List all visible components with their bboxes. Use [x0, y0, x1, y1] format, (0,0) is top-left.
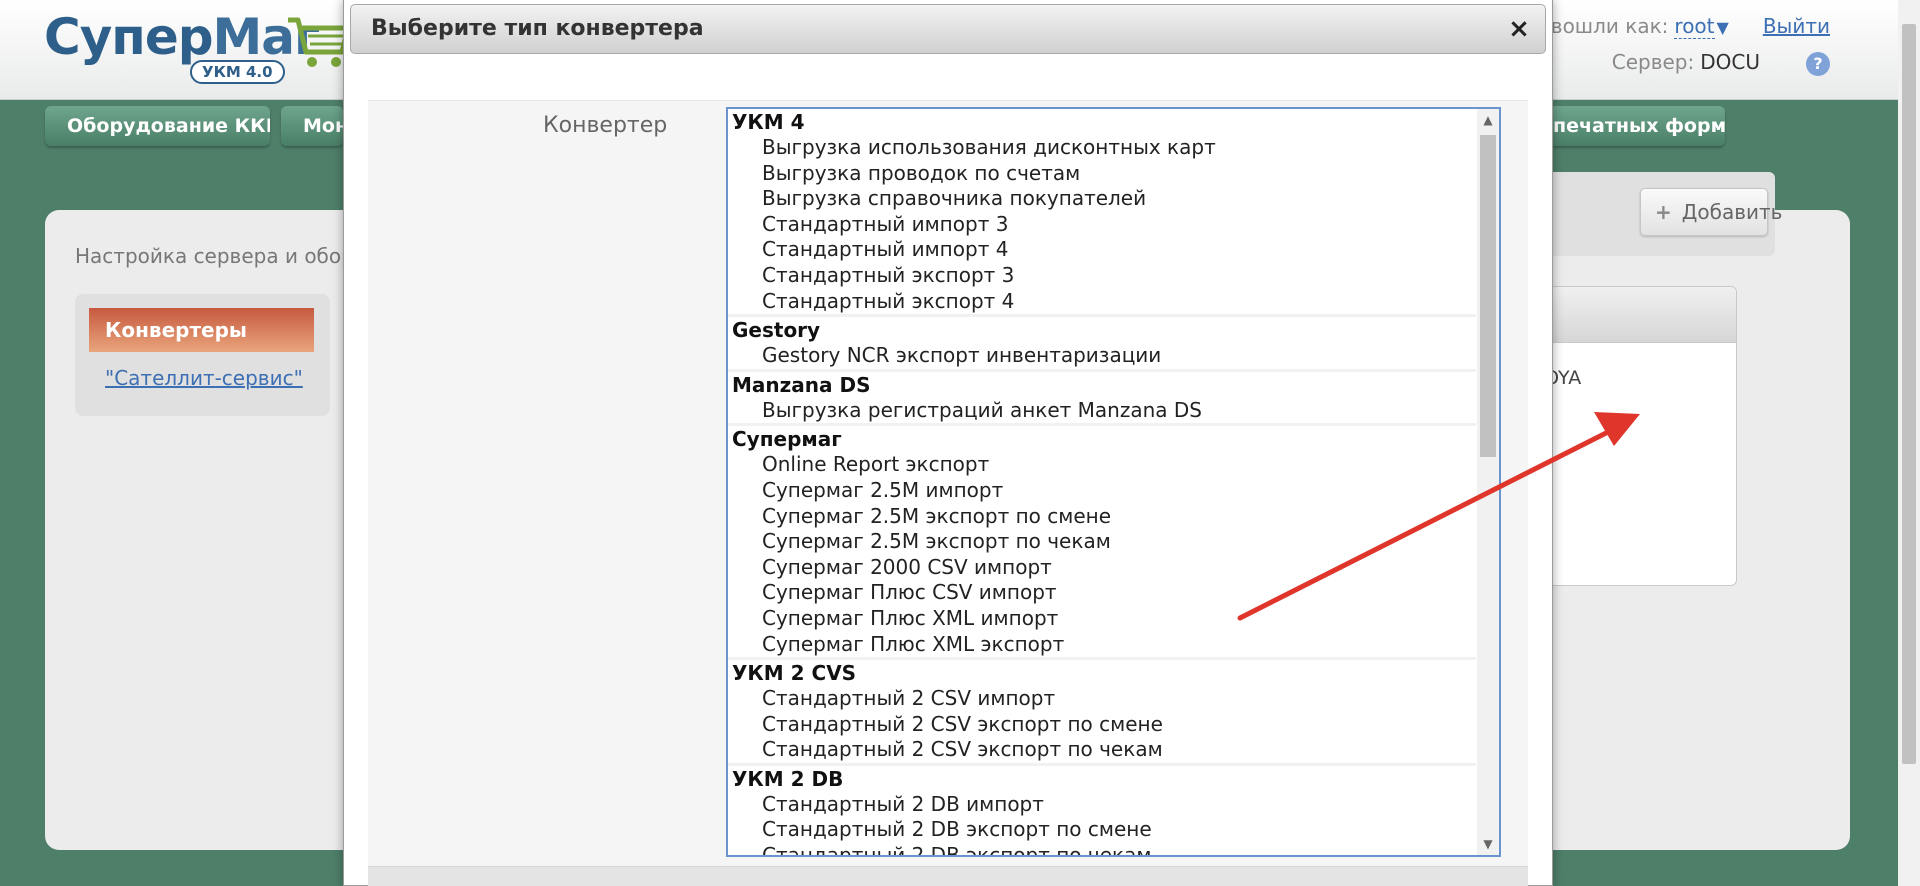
converter-option[interactable]: Стандартный 2 CSV импорт	[728, 686, 1476, 712]
user-menu[interactable]: root	[1674, 14, 1715, 39]
dialog-titlebar[interactable]: Выберите тип конвертера ×	[350, 4, 1546, 54]
breadcrumb: Настройка сервера и обору	[75, 244, 366, 268]
converter-option[interactable]: Стандартный 2 CSV экспорт по смене	[728, 712, 1476, 738]
help-icon[interactable]: ?	[1806, 51, 1830, 76]
option-group-label: Супермаг	[732, 427, 842, 452]
logo[interactable]: СуперМаг УКМ 4.0	[44, 8, 351, 88]
converter-option[interactable]: Супермаг 2000 CSV импорт	[728, 555, 1476, 581]
add-button[interactable]: + Добавить	[1640, 188, 1782, 236]
close-icon[interactable]: ×	[1507, 16, 1531, 42]
select-scrollbar-thumb[interactable]	[1480, 135, 1496, 457]
option-group-label: Gestory	[732, 318, 821, 343]
converter-option[interactable]: Выгрузка справочника покупателей	[728, 186, 1476, 212]
converter-option[interactable]: Выгрузка проводок по счетам	[728, 161, 1476, 187]
chevron-down-icon[interactable]: ▼	[1717, 18, 1729, 37]
converter-option[interactable]: Стандартный 2 DB импорт	[728, 792, 1476, 818]
add-button-label: Добавить	[1681, 200, 1783, 224]
converter-option[interactable]: Супермаг 2.5M импорт	[728, 478, 1476, 504]
arrow-down-icon[interactable]: ▼	[1477, 833, 1499, 855]
option-group-label: УКМ 4	[732, 110, 805, 134]
converter-option[interactable]: Выгрузка использования дисконтных карт	[728, 135, 1476, 161]
server-label: Сервер:	[1611, 50, 1695, 74]
converter-options: УКМ 4 Выгрузка использования дисконтных к…	[728, 109, 1476, 855]
converter-option[interactable]: Gestory NCR экспорт инвентаризации	[728, 343, 1476, 369]
logo-part1: Супер	[44, 8, 214, 66]
version-badge: УКМ 4.0	[190, 60, 285, 84]
converter-type-dialog: Выберите тип конвертера × Конвертер УКМ …	[343, 0, 1553, 886]
option-group-label: УКМ 2 CVS	[732, 661, 857, 686]
converter-option[interactable]: Супермаг Плюс CSV импорт	[728, 580, 1476, 606]
converter-option[interactable]: Стандартный экспорт 4	[728, 289, 1476, 315]
converter-option[interactable]: Стандартный 2 CSV экспорт по чекам	[728, 737, 1476, 763]
converter-option[interactable]: Стандартный импорт 3	[728, 212, 1476, 238]
select-scrollbar[interactable]: ▲ ▼	[1477, 109, 1499, 855]
converter-option[interactable]: Стандартный импорт 4	[728, 237, 1476, 263]
arrow-up-icon[interactable]: ▲	[1477, 109, 1499, 131]
page-scrollbar-thumb[interactable]	[1902, 24, 1916, 764]
sidebar-card: Конвертеры "Сателлит-сервис"	[75, 294, 330, 416]
dialog-title: Выберите тип конвертера	[371, 16, 704, 41]
converter-option[interactable]: Супермаг Плюс XML импорт	[728, 606, 1476, 632]
dialog-footer	[368, 866, 1528, 886]
logout-link[interactable]: Выйти	[1763, 14, 1830, 38]
converter-option[interactable]: Стандартный 2 DB экспорт по смене	[728, 817, 1476, 843]
sidebar-item-converters[interactable]: Конвертеры	[89, 308, 314, 352]
userbar: Вы вошли как: root ▼ Выйти Сервер: DOCU?	[1515, 14, 1830, 80]
converter-option[interactable]: Online Report экспорт	[728, 452, 1476, 478]
option-group-label: Manzana DS	[732, 372, 871, 397]
server-value: DOCU	[1700, 50, 1760, 74]
sidebar-link-satellite[interactable]: "Сателлит-сервис"	[105, 366, 303, 390]
option-group-label: УКМ 2 DB	[732, 766, 844, 791]
logo-text: СуперМаг	[44, 8, 320, 66]
converter-select[interactable]: УКМ 4 Выгрузка использования дисконтных к…	[726, 107, 1501, 857]
tab-kkm-equipment[interactable]: Оборудование ККМ	[45, 106, 270, 146]
converter-option[interactable]: Супермаг Плюс XML экспорт	[728, 632, 1476, 658]
converter-option[interactable]: Супермаг 2.5M экспорт по смене	[728, 504, 1476, 530]
dialog-form: Конвертер УКМ 4 Выгрузка использования ди…	[368, 100, 1528, 886]
tab-print-forms[interactable]: печатных форм	[1553, 106, 1725, 146]
page-scrollbar[interactable]	[1898, 0, 1920, 886]
converter-option[interactable]: Стандартный 2 DB экспорт по чекам	[728, 843, 1476, 855]
plus-icon: +	[1655, 200, 1672, 224]
converter-option[interactable]: Стандартный экспорт 3	[728, 263, 1476, 289]
converter-option[interactable]: Выгрузка регистраций анкет Manzana DS	[728, 398, 1476, 424]
converter-option[interactable]: Супермаг 2.5M экспорт по чекам	[728, 529, 1476, 555]
converter-field-label: Конвертер	[543, 113, 668, 138]
tab-monitoring[interactable]: Мон	[281, 106, 343, 146]
